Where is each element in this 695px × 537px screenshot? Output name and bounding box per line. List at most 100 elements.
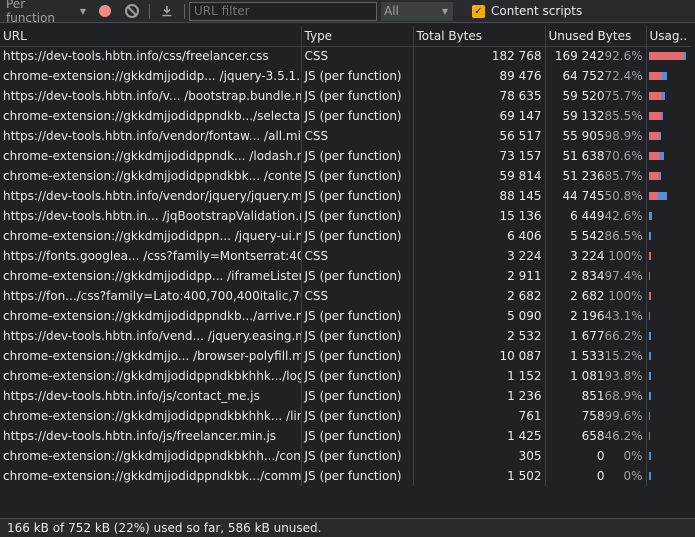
row-unused-percent: 99.6% bbox=[604, 409, 643, 423]
usage-bar bbox=[648, 392, 690, 400]
row-usage-cell bbox=[645, 166, 691, 186]
row-unused-bytes: 51 236 bbox=[562, 169, 605, 183]
usage-bar bbox=[648, 352, 690, 360]
row-unused-bytes: 1 677 bbox=[570, 329, 605, 343]
table-row[interactable]: https://dev-tools.hbtn.in... /jqBootstra… bbox=[0, 206, 691, 226]
column-header-total-bytes[interactable]: Total Bytes bbox=[412, 26, 545, 47]
coverage-mode-select[interactable]: Per function ▼ bbox=[6, 0, 86, 25]
row-usage-cell bbox=[645, 406, 691, 426]
row-unused-cell: 169 242 92.6% bbox=[544, 46, 646, 66]
toolbar-divider bbox=[184, 3, 185, 19]
usage-bar bbox=[648, 212, 690, 220]
row-unused-percent: 66.2% bbox=[604, 329, 643, 343]
row-usage-cell bbox=[645, 326, 691, 346]
row-usage-cell bbox=[645, 86, 691, 106]
row-url: chrome-extension://gkkdmjjodidppndkbkhhk… bbox=[3, 369, 301, 383]
used-segment bbox=[649, 432, 651, 440]
row-unused-percent: 75.7% bbox=[604, 89, 643, 103]
row-url: chrome-extension://gkkdmjjodidppndkbkhhk… bbox=[3, 409, 301, 423]
clear-icon[interactable] bbox=[125, 4, 139, 18]
content-scripts-checkbox[interactable]: ✓ bbox=[472, 4, 485, 18]
row-unused-bytes: 2 196 bbox=[570, 309, 605, 323]
table-row[interactable]: chrome-extension://gkkdmjjodidp... /jque… bbox=[0, 66, 691, 86]
table-row[interactable]: chrome-extension://gkkdmjjodidppndkb.../… bbox=[0, 106, 691, 126]
table-row[interactable]: chrome-extension://gkkdmjjodidppndkbkhhk… bbox=[0, 406, 691, 426]
row-total-bytes: 59 814 bbox=[412, 166, 545, 186]
row-unused-bytes: 3 224 bbox=[570, 249, 605, 263]
row-unused-percent: 85.7% bbox=[604, 169, 643, 183]
table-row[interactable]: chrome-extension://gkkdmjjodidppn... /jq… bbox=[0, 226, 691, 246]
row-unused-bytes: 658 bbox=[581, 429, 605, 443]
row-unused-bytes: 64 752 bbox=[562, 69, 605, 83]
usage-bar bbox=[648, 92, 690, 100]
row-usage-cell bbox=[645, 146, 691, 166]
used-segment bbox=[649, 212, 652, 220]
unused-segment bbox=[648, 52, 684, 61]
column-header-url[interactable]: URL bbox=[0, 26, 301, 47]
row-total-bytes: 69 147 bbox=[412, 106, 545, 126]
row-unused-bytes: 851 bbox=[581, 389, 605, 403]
table-row[interactable]: chrome-extension://gkkdmjjodidppndkb.../… bbox=[0, 306, 691, 326]
table-row[interactable]: https://dev-tools.hbtn.info/js/freelance… bbox=[0, 426, 691, 446]
table-row[interactable]: chrome-extension://gkkdmjjodidppndkbkhhk… bbox=[0, 366, 691, 386]
row-unused-cell: 55 905 98.9% bbox=[544, 126, 646, 146]
row-usage-cell bbox=[645, 186, 691, 206]
table-row[interactable]: https://dev-tools.hbtn.info/vend... /jqu… bbox=[0, 326, 691, 346]
table-row[interactable]: https://dev-tools.hbtn.info/v... /bootst… bbox=[0, 86, 691, 106]
table-row[interactable]: chrome-extension://gkkdmjjodidppndkbk...… bbox=[0, 166, 691, 186]
table-row[interactable]: chrome-extension://gkkdmjjodidppndkbk...… bbox=[0, 466, 691, 486]
row-url: chrome-extension://gkkdmjjodidp... /jque… bbox=[3, 69, 301, 83]
table-row[interactable]: chrome-extension://gkkdmjjodidppndkbkhh.… bbox=[0, 446, 691, 466]
column-header-unused-bytes[interactable]: Unused Bytes bbox=[544, 26, 646, 47]
column-header-type[interactable]: Type bbox=[300, 26, 413, 47]
url-filter-input[interactable] bbox=[189, 1, 377, 21]
toolbar-divider bbox=[149, 3, 150, 19]
row-unused-percent: 46.2% bbox=[604, 429, 643, 443]
row-type: JS (per function) bbox=[300, 326, 413, 346]
row-unused-percent: 68.9% bbox=[604, 389, 643, 403]
row-unused-cell: 758 99.6% bbox=[544, 406, 646, 426]
row-total-bytes: 6 406 bbox=[412, 226, 545, 246]
row-url: https://dev-tools.hbtn.info/v... /bootst… bbox=[3, 89, 301, 103]
used-segment bbox=[659, 172, 661, 180]
used-segment bbox=[683, 52, 687, 61]
row-unused-bytes: 59 520 bbox=[562, 89, 605, 103]
row-total-bytes: 5 090 bbox=[412, 306, 545, 326]
row-type: JS (per function) bbox=[300, 466, 413, 486]
column-header-usage[interactable]: Usag.. bbox=[645, 26, 691, 47]
table-row[interactable]: https://dev-tools.hbtn.info/css/freelanc… bbox=[0, 46, 691, 66]
row-total-bytes: 10 087 bbox=[412, 346, 545, 366]
table-row[interactable]: chrome-extension://gkkdmjjodidpp... /ifr… bbox=[0, 266, 691, 286]
row-unused-percent: 70.6% bbox=[604, 149, 643, 163]
row-unused-cell: 3 224 100% bbox=[544, 246, 646, 266]
table-row[interactable]: https://dev-tools.hbtn.info/vendor/fonta… bbox=[0, 126, 691, 146]
row-total-bytes: 2 532 bbox=[412, 326, 545, 346]
unused-segment bbox=[648, 172, 660, 180]
row-unused-cell: 59 520 75.7% bbox=[544, 86, 646, 106]
row-total-bytes: 2 682 bbox=[412, 286, 545, 306]
row-url: https://fonts.googlea... /css?family=Mon… bbox=[3, 249, 301, 263]
row-unused-cell: 5 542 86.5% bbox=[544, 226, 646, 246]
table-row[interactable]: chrome-extension://gkkdmjjodidppndk... /… bbox=[0, 146, 691, 166]
row-total-bytes: 761 bbox=[412, 406, 545, 426]
row-unused-cell: 2 682 100% bbox=[544, 286, 646, 306]
row-unused-bytes: 0 bbox=[596, 469, 605, 483]
table-row[interactable]: https://fonts.googlea... /css?family=Mon… bbox=[0, 246, 691, 266]
table-row[interactable]: https://fon.../css?family=Lato:400,700,4… bbox=[0, 286, 691, 306]
table-row[interactable]: chrome-extension://gkkdmjjo... /browser-… bbox=[0, 346, 691, 366]
unused-segment bbox=[648, 72, 662, 80]
record-icon[interactable] bbox=[99, 5, 111, 17]
table-row[interactable]: https://dev-tools.hbtn.info/js/contact_m… bbox=[0, 386, 691, 406]
table-row[interactable]: https://dev-tools.hbtn.info/vendor/jquer… bbox=[0, 186, 691, 206]
row-unused-bytes: 59 132 bbox=[562, 109, 605, 123]
row-type: CSS bbox=[300, 246, 413, 266]
row-type: CSS bbox=[300, 286, 413, 306]
row-unused-percent: 86.5% bbox=[604, 229, 643, 243]
row-total-bytes: 3 224 bbox=[412, 246, 545, 266]
usage-bar bbox=[648, 192, 690, 200]
row-unused-percent: 0% bbox=[623, 469, 643, 483]
type-filter-select[interactable]: All ▼ bbox=[381, 1, 453, 21]
row-total-bytes: 15 136 bbox=[412, 206, 545, 226]
row-usage-cell bbox=[645, 286, 691, 306]
download-icon[interactable] bbox=[160, 4, 174, 18]
